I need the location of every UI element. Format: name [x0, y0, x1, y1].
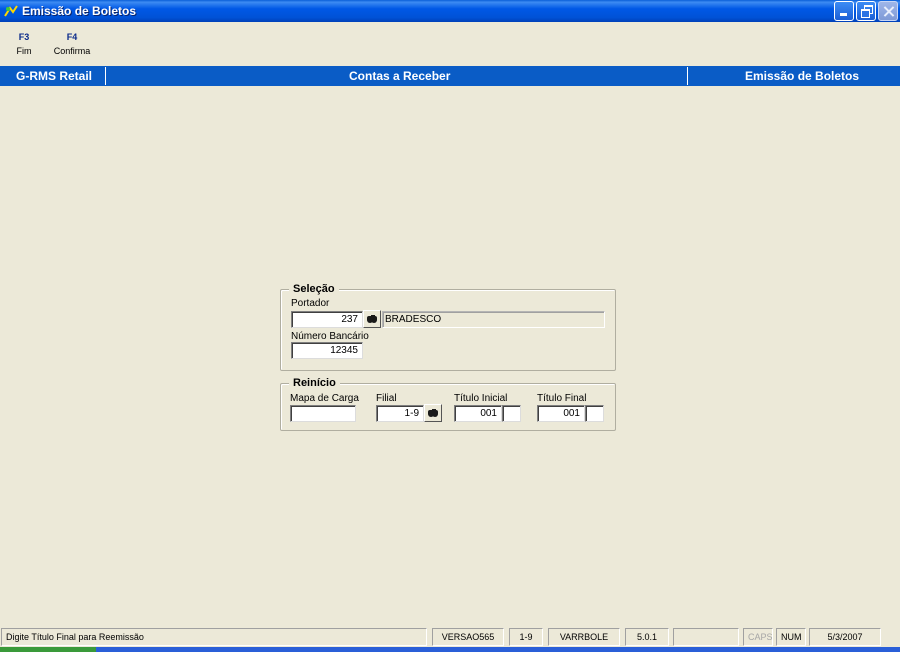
f4-key: F4 — [66, 32, 78, 42]
filial-label: Filial — [376, 393, 397, 404]
numero-bancario-label: Número Bancário — [291, 331, 369, 342]
status-message: Digite Título Final para Reemissão — [1, 628, 427, 646]
mapa-carga-label: Mapa de Carga — [290, 393, 359, 404]
titulo-final-label: Título Final — [537, 393, 587, 404]
portador-field[interactable]: 237 — [291, 311, 363, 328]
system-name: G-RMS Retail — [16, 69, 93, 83]
app-icon — [4, 4, 18, 18]
minimize-button[interactable] — [834, 1, 854, 21]
restore-button[interactable] — [856, 1, 876, 21]
header-bar: G-RMS Retail Contas a Receber Emissão de… — [0, 66, 900, 86]
f4-confirma-button[interactable]: F4 Confirma — [50, 32, 94, 56]
status-version: VERSAO565 — [432, 628, 504, 646]
titulo-inicial-label: Título Inicial — [454, 393, 508, 404]
titulo-final-field[interactable]: 001 — [537, 405, 585, 422]
status-blank — [673, 628, 739, 646]
module-name: Contas a Receber — [349, 69, 451, 83]
filial-search-binoculars-icon[interactable] — [424, 404, 442, 422]
start-button[interactable] — [0, 647, 96, 652]
status-program: VARRBOLE — [548, 628, 620, 646]
status-filial: 1-9 — [509, 628, 543, 646]
titulo-inicial-field[interactable]: 001 — [454, 405, 502, 422]
portador-search-binoculars-icon[interactable] — [363, 310, 381, 328]
portador-label: Portador — [291, 298, 330, 309]
f4-label: Confirma — [53, 46, 91, 56]
mapa-carga-field[interactable] — [290, 405, 356, 422]
numero-bancario-field[interactable]: 12345 — [291, 342, 363, 359]
status-release: 5.0.1 — [625, 628, 669, 646]
f3-fim-button[interactable]: F3 Fim — [14, 32, 34, 56]
function-key-toolbar: F3 Fim F4 Confirma — [0, 22, 900, 66]
taskbar — [0, 647, 900, 652]
titulo-final-suffix-field[interactable] — [585, 405, 604, 422]
selecao-title: Seleção — [289, 283, 339, 295]
portador-name-field: BRADESCO — [382, 311, 605, 328]
screen-name: Emissão de Boletos — [745, 69, 860, 83]
title-bar: Emissão de Boletos — [0, 0, 900, 22]
reinicio-title: Reinício — [289, 377, 340, 389]
f3-key: F3 — [18, 32, 30, 42]
filial-field[interactable]: 1-9 — [376, 405, 424, 422]
titulo-inicial-suffix-field[interactable] — [502, 405, 521, 422]
close-button[interactable] — [878, 1, 898, 21]
window-title: Emissão de Boletos — [22, 4, 137, 18]
status-bar: Digite Título Final para Reemissão VERSA… — [0, 627, 900, 647]
status-num: NUM — [776, 628, 806, 646]
status-date: 5/3/2007 — [809, 628, 881, 646]
status-caps: CAPS — [743, 628, 773, 646]
f3-label: Fim — [16, 46, 32, 56]
